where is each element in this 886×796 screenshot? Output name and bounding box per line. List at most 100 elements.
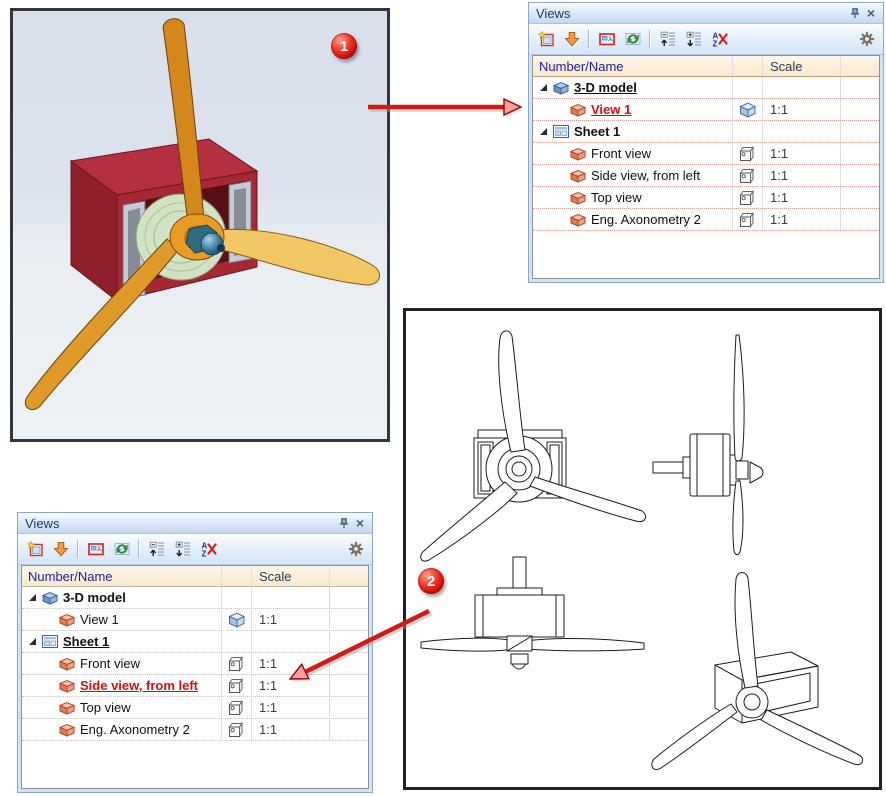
- move-down-button[interactable]: [171, 538, 194, 561]
- axonometry-view-drawing: [651, 572, 864, 771]
- sheet-icon: [42, 635, 58, 648]
- scale-value: 1:1: [252, 719, 330, 740]
- move-up-button[interactable]: [145, 538, 168, 561]
- row-label[interactable]: Sheet 1: [574, 122, 620, 142]
- tree-row-axonometry[interactable]: Eng. Axonometry 2 1:1: [533, 209, 879, 231]
- side-view-drawing: [652, 334, 764, 555]
- panel-titlebar[interactable]: Views ×: [18, 513, 372, 534]
- tree-row-sheet[interactable]: Sheet 1: [22, 631, 368, 653]
- projection-cube-icon: [228, 656, 245, 672]
- model-3d-cube-icon: [553, 81, 569, 95]
- close-icon[interactable]: ×: [863, 5, 879, 21]
- sheet-icon: [553, 125, 569, 138]
- view-cube-icon: [59, 701, 75, 715]
- model-3d-viewport[interactable]: [10, 8, 390, 442]
- pin-icon[interactable]: [336, 515, 352, 531]
- tree-row-model[interactable]: 3-D model: [22, 587, 368, 609]
- views-panel-bottom: Views × Number/Name Scale 3-D model View…: [17, 512, 373, 793]
- panel-title: Views: [25, 515, 60, 531]
- toolbar-separator: [138, 540, 140, 558]
- projection-cube-icon: [228, 722, 245, 738]
- row-label[interactable]: Side view, from left: [80, 676, 198, 696]
- cancel-sort-button[interactable]: [708, 28, 731, 51]
- row-label[interactable]: Eng. Axonometry 2: [591, 210, 701, 230]
- update-views-button[interactable]: [110, 538, 133, 561]
- create-view-button[interactable]: [534, 28, 557, 51]
- cancel-sort-button[interactable]: [197, 538, 220, 561]
- views-tree: Number/Name Scale 3-D model View 1 1:1 S…: [21, 565, 369, 789]
- row-label[interactable]: Eng. Axonometry 2: [80, 720, 190, 740]
- row-label[interactable]: Sheet 1: [63, 632, 109, 652]
- pin-icon[interactable]: [847, 5, 863, 21]
- view-cube-icon: [570, 147, 586, 161]
- tree-row-sheet[interactable]: Sheet 1: [533, 121, 879, 143]
- tree-row-front-view[interactable]: Front view 1:1: [22, 653, 368, 675]
- view-parameters-button[interactable]: [84, 538, 107, 561]
- views-tree: Number/Name Scale 3-D model View 1 1:1 S…: [532, 55, 880, 279]
- row-label[interactable]: Front view: [591, 144, 651, 164]
- row-label[interactable]: View 1: [80, 610, 119, 630]
- expand-triangle-icon[interactable]: [539, 83, 548, 92]
- insert-view-button[interactable]: [560, 28, 583, 51]
- projection-cube-icon: [739, 168, 756, 184]
- projection-cube-icon: [228, 678, 245, 694]
- scale-value: 1:1: [252, 653, 330, 674]
- view-cube-icon: [59, 613, 75, 627]
- view-cube-icon: [59, 723, 75, 737]
- propeller-3d-render: [24, 18, 381, 410]
- tree-row-model[interactable]: 3-D model: [533, 77, 879, 99]
- projection-cube-icon: [739, 146, 756, 162]
- tree-header: Number/Name Scale: [533, 56, 879, 77]
- tree-row-front-view[interactable]: Front view 1:1: [533, 143, 879, 165]
- expand-triangle-icon[interactable]: [28, 637, 37, 646]
- view-parameters-button[interactable]: [595, 28, 618, 51]
- row-label[interactable]: Top view: [591, 188, 642, 208]
- column-header-name[interactable]: Number/Name: [22, 566, 222, 586]
- create-view-button[interactable]: [23, 538, 46, 561]
- scale-value: 1:1: [763, 187, 841, 208]
- scale-value: 1:1: [252, 609, 330, 630]
- tree-row-view1[interactable]: View 1 1:1: [22, 609, 368, 631]
- drawing-sheet[interactable]: [403, 308, 882, 790]
- panel-titlebar[interactable]: Views ×: [529, 3, 883, 24]
- row-label[interactable]: Side view, from left: [591, 166, 700, 186]
- view-cube-icon: [570, 103, 586, 117]
- cube-3d-icon: [228, 612, 245, 628]
- views-panel-top: Views × Number/Name Scale 3-D model View…: [528, 2, 884, 283]
- row-label[interactable]: 3-D model: [63, 588, 126, 608]
- row-label[interactable]: 3-D model: [574, 78, 637, 98]
- tree-row-side-view[interactable]: Side view, from left 1:1: [22, 675, 368, 697]
- tree-row-top-view[interactable]: Top view 1:1: [22, 697, 368, 719]
- column-header-scale[interactable]: Scale: [763, 56, 841, 76]
- update-views-button[interactable]: [621, 28, 644, 51]
- row-label[interactable]: Front view: [80, 654, 140, 674]
- view-cube-icon: [570, 169, 586, 183]
- tree-row-top-view[interactable]: Top view 1:1: [533, 187, 879, 209]
- toolbar-separator: [649, 30, 651, 48]
- toolbar-separator: [588, 30, 590, 48]
- move-down-button[interactable]: [682, 28, 705, 51]
- settings-gear-button[interactable]: [855, 28, 878, 51]
- row-label[interactable]: Top view: [80, 698, 131, 718]
- tree-row-side-view[interactable]: Side view, from left 1:1: [533, 165, 879, 187]
- tree-header: Number/Name Scale: [22, 566, 368, 587]
- scale-value: 1:1: [252, 675, 330, 696]
- column-header-name[interactable]: Number/Name: [533, 56, 733, 76]
- settings-gear-button[interactable]: [344, 538, 367, 561]
- model-3d-cube-icon: [42, 591, 58, 605]
- tree-row-axonometry[interactable]: Eng. Axonometry 2 1:1: [22, 719, 368, 741]
- expand-triangle-icon[interactable]: [539, 127, 548, 136]
- close-icon[interactable]: ×: [352, 515, 368, 531]
- panel-toolbar: [529, 24, 883, 55]
- row-label[interactable]: View 1: [591, 100, 631, 120]
- column-header-scale[interactable]: Scale: [252, 566, 330, 586]
- sheet-views-drawing: [420, 330, 864, 771]
- view-cube-icon: [59, 657, 75, 671]
- tree-row-view1[interactable]: View 1 1:1: [533, 99, 879, 121]
- expand-triangle-icon[interactable]: [28, 593, 37, 602]
- projection-cube-icon: [228, 700, 245, 716]
- scale-value: 1:1: [763, 99, 841, 120]
- insert-view-button[interactable]: [49, 538, 72, 561]
- scale-value: 1:1: [763, 143, 841, 164]
- move-up-button[interactable]: [656, 28, 679, 51]
